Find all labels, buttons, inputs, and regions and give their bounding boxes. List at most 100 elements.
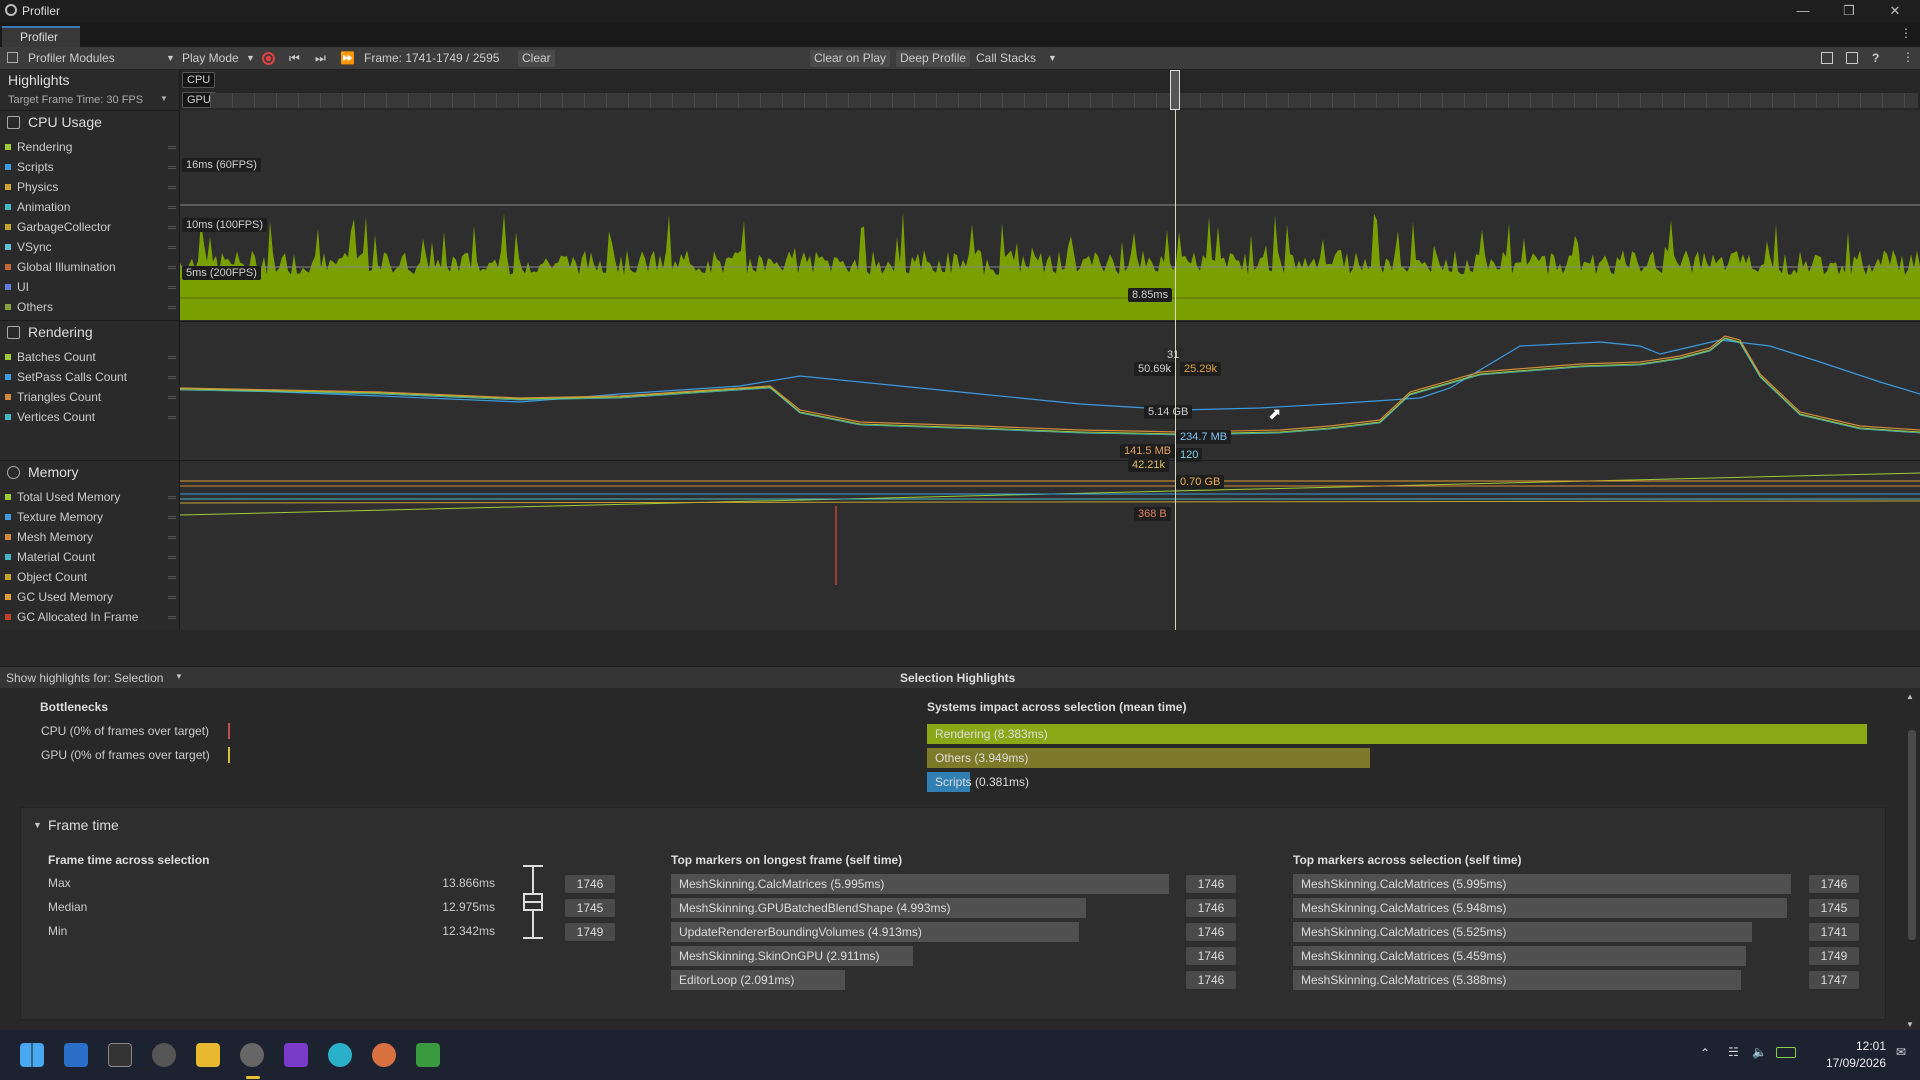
profiler-modules-dropdown[interactable]: Profiler Modules	[28, 50, 115, 67]
system-bar-rendering[interactable]: Rendering (8.383ms)	[927, 724, 1867, 744]
frame-number-button[interactable]: 1746	[1186, 875, 1236, 893]
selection-cursor[interactable]	[1175, 70, 1176, 630]
frame-number-button[interactable]: 1747	[1809, 971, 1859, 989]
frame-number-button[interactable]: 1749	[565, 923, 615, 941]
frame-number-button[interactable]: 1746	[565, 875, 615, 893]
close-button[interactable]: ✕	[1872, 0, 1918, 22]
cpu-usage-header[interactable]: CPU Usage	[0, 114, 180, 130]
drag-handle-icon[interactable]	[168, 356, 176, 359]
terminal-icon[interactable]	[108, 1043, 132, 1067]
legend-item-gc-allocated-in-frame[interactable]: GC Allocated In Frame	[0, 608, 180, 626]
next-frame-icon[interactable]: ⏭	[315, 50, 326, 67]
marker-bar[interactable]: MeshSkinning.CalcMatrices (5.995ms)	[671, 874, 1169, 894]
drag-handle-icon[interactable]	[168, 146, 176, 149]
tray-chevron-icon[interactable]: ⌃	[1700, 1046, 1710, 1060]
scroll-down-icon[interactable]: ▼	[1906, 1020, 1914, 1029]
visual-studio-icon[interactable]	[284, 1043, 308, 1067]
more-menu-icon[interactable]: ⋮	[1900, 26, 1912, 40]
clear-button[interactable]: Clear	[518, 50, 555, 67]
drag-handle-icon[interactable]	[168, 376, 176, 379]
unity-editor-icon[interactable]	[240, 1043, 264, 1067]
frame-number-button[interactable]: 1746	[1186, 971, 1236, 989]
legend-item-others[interactable]: Others	[0, 298, 180, 316]
sidebar-toggle-icon[interactable]	[7, 52, 18, 63]
record-button[interactable]	[262, 52, 275, 65]
drag-handle-icon[interactable]	[168, 286, 176, 289]
marker-bar[interactable]: MeshSkinning.CalcMatrices (5.948ms)	[1293, 898, 1787, 918]
show-highlights-dropdown[interactable]: Show highlights for: Selection	[6, 671, 163, 685]
drag-handle-icon[interactable]	[168, 306, 176, 309]
minimize-button[interactable]: —	[1780, 0, 1826, 22]
legend-item-triangles-count[interactable]: Triangles Count	[0, 388, 180, 406]
marker-bar[interactable]: MeshSkinning.CalcMatrices (5.995ms)	[1293, 874, 1791, 894]
drag-handle-icon[interactable]	[168, 206, 176, 209]
edge-browser-icon[interactable]	[328, 1043, 352, 1067]
marker-bar[interactable]: MeshSkinning.CalcMatrices (5.459ms)	[1293, 946, 1746, 966]
drag-handle-icon[interactable]	[168, 616, 176, 619]
scrollbar[interactable]	[1908, 730, 1916, 940]
marker-bar[interactable]: UpdateRendererBoundingVolumes (4.913ms)	[671, 922, 1079, 942]
target-frame-time-dropdown[interactable]: Target Frame Time: 30 FPS ▼	[8, 94, 168, 106]
legend-item-mesh-memory[interactable]: Mesh Memory	[0, 528, 180, 546]
play-mode-dropdown[interactable]: Play Mode	[182, 50, 239, 67]
marker-bar[interactable]: MeshSkinning.SkinOnGPU (2.911ms)	[671, 946, 913, 966]
legend-item-object-count[interactable]: Object Count	[0, 568, 180, 586]
frame-number-button[interactable]: 1749	[1809, 947, 1859, 965]
clock-date[interactable]: 17/09/2026	[1812, 1056, 1886, 1070]
marker-bar[interactable]: MeshSkinning.CalcMatrices (5.525ms)	[1293, 922, 1752, 942]
help-icon[interactable]: ?	[1872, 51, 1879, 65]
drag-handle-icon[interactable]	[168, 396, 176, 399]
legend-item-material-count[interactable]: Material Count	[0, 548, 180, 566]
drag-handle-icon[interactable]	[168, 226, 176, 229]
legend-item-vertices-count[interactable]: Vertices Count	[0, 408, 180, 426]
legend-item-rendering[interactable]: Rendering	[0, 138, 180, 156]
clock-time[interactable]: 12:01	[1828, 1039, 1886, 1053]
start-icon[interactable]	[20, 1043, 44, 1067]
collapse-triangle-icon[interactable]: ▼	[33, 820, 42, 830]
clear-on-play-toggle[interactable]: Clear on Play	[810, 50, 891, 67]
legend-item-physics[interactable]: Physics	[0, 178, 180, 196]
drag-handle-icon[interactable]	[168, 556, 176, 559]
legend-item-vsync[interactable]: VSync	[0, 238, 180, 256]
drag-handle-icon[interactable]	[168, 266, 176, 269]
legend-item-animation[interactable]: Animation	[0, 198, 180, 216]
drag-handle-icon[interactable]	[168, 576, 176, 579]
legend-item-texture-memory[interactable]: Texture Memory	[0, 508, 180, 526]
marker-bar[interactable]: MeshSkinning.GPUBatchedBlendShape (4.993…	[671, 898, 1086, 918]
notification-icon[interactable]: ✉	[1896, 1045, 1906, 1059]
tab-profiler[interactable]: Profiler	[2, 26, 80, 47]
unity-hub-icon[interactable]	[152, 1043, 176, 1067]
profiler-graph-area[interactable]: CPU GPU 16ms (60FPS) 10ms (100FPS) 5ms (…	[180, 70, 1920, 630]
last-frame-icon[interactable]: ⏩	[340, 50, 355, 67]
scroll-up-icon[interactable]: ▲	[1906, 692, 1914, 701]
frame-number-button[interactable]: 1746	[1809, 875, 1859, 893]
claude-icon[interactable]	[372, 1043, 396, 1067]
battery-icon[interactable]	[1776, 1047, 1796, 1058]
system-bar-others[interactable]: Others (3.949ms)	[927, 748, 1370, 768]
system-bar-scripts[interactable]: Scripts (0.381ms)	[927, 772, 1029, 792]
notepad-icon[interactable]	[416, 1043, 440, 1067]
drag-handle-icon[interactable]	[168, 516, 176, 519]
legend-item-garbagecollector[interactable]: GarbageCollector	[0, 218, 180, 236]
legend-item-ui[interactable]: UI	[0, 278, 180, 296]
drag-handle-icon[interactable]	[168, 496, 176, 499]
legend-item-total-used-memory[interactable]: Total Used Memory	[0, 488, 180, 506]
legend-item-global-illumination[interactable]: Global Illumination	[0, 258, 180, 276]
drag-handle-icon[interactable]	[168, 166, 176, 169]
frame-number-button[interactable]: 1745	[565, 899, 615, 917]
frame-number-button[interactable]: 1745	[1809, 899, 1859, 917]
drag-handle-icon[interactable]	[168, 246, 176, 249]
load-icon[interactable]	[1821, 52, 1833, 64]
legend-item-batches-count[interactable]: Batches Count	[0, 348, 180, 366]
restore-button[interactable]: ❐	[1826, 0, 1872, 22]
drag-handle-icon[interactable]	[168, 416, 176, 419]
call-stacks-toggle[interactable]: Call Stacks	[976, 50, 1036, 67]
photos-icon[interactable]	[64, 1043, 88, 1067]
volume-icon[interactable]: 🔈	[1752, 1045, 1767, 1059]
frame-number-button[interactable]: 1746	[1186, 923, 1236, 941]
memory-header[interactable]: Memory	[0, 464, 180, 480]
frame-number-button[interactable]: 1741	[1809, 923, 1859, 941]
legend-item-setpass-calls-count[interactable]: SetPass Calls Count	[0, 368, 180, 386]
rendering-header[interactable]: Rendering	[0, 324, 180, 340]
deep-profile-toggle[interactable]: Deep Profile	[896, 50, 971, 67]
